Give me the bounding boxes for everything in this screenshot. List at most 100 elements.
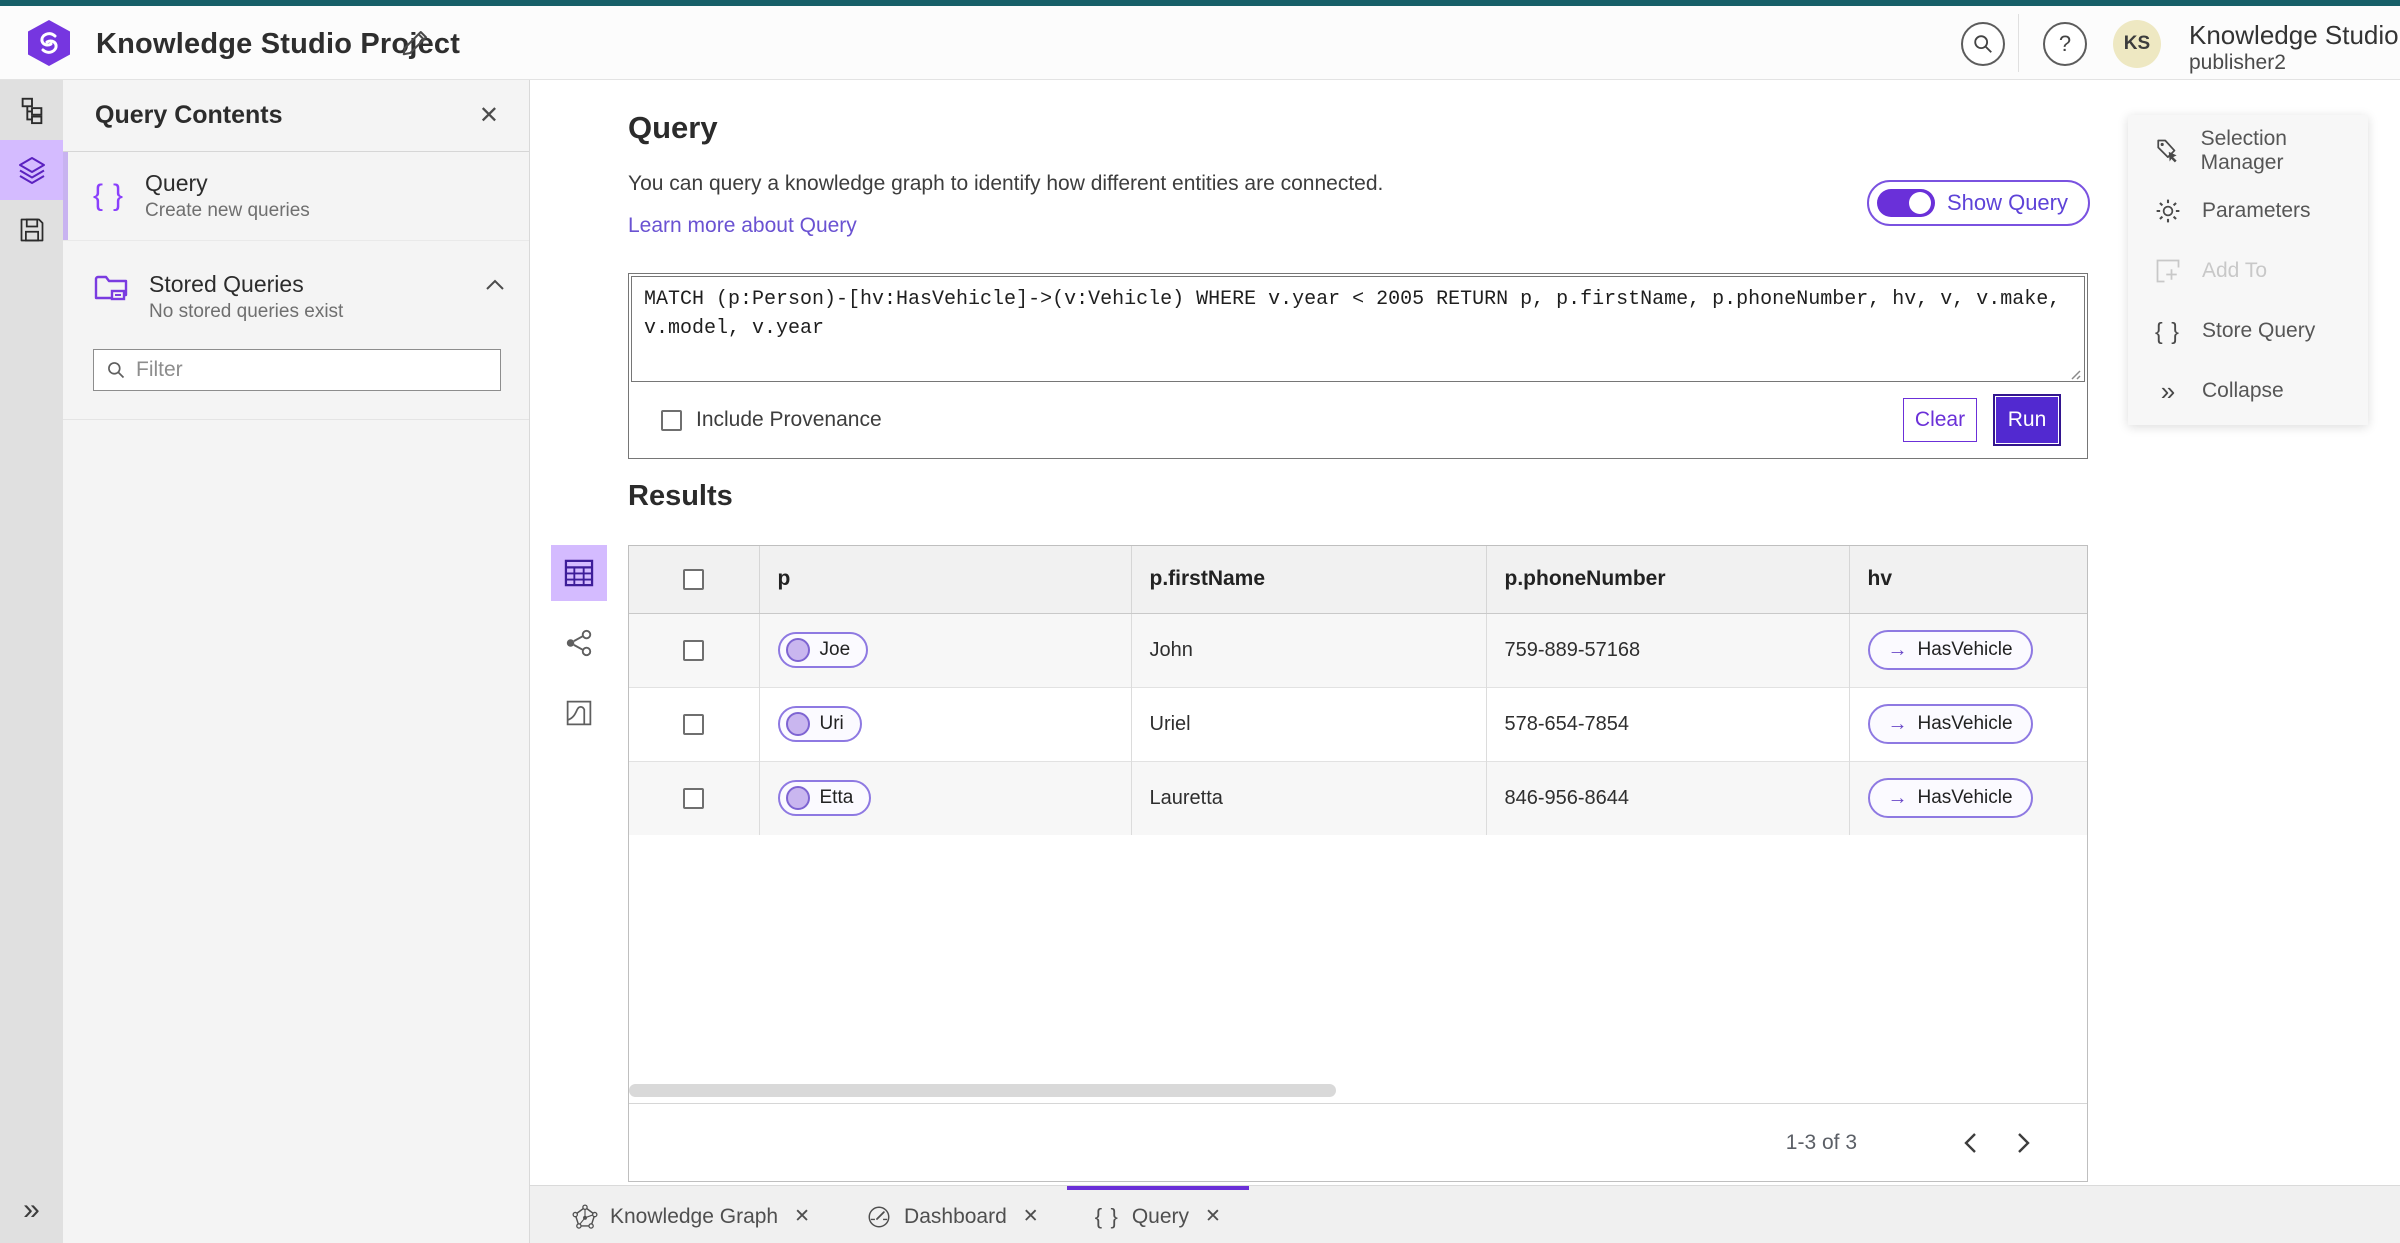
edge-pill[interactable]: → HasVehicle xyxy=(1867,630,2033,670)
chevron-up-icon[interactable] xyxy=(485,271,505,291)
save-icon[interactable] xyxy=(0,200,63,260)
close-panel-icon[interactable]: ✕ xyxy=(479,101,499,130)
graph-view-icon[interactable] xyxy=(551,615,607,671)
close-tab-icon[interactable]: ✕ xyxy=(794,1205,810,1228)
store-query-button[interactable]: { } Store Query xyxy=(2128,301,2368,361)
query-editor[interactable]: MATCH (p:Person)-[hv:HasVehicle]->(v:Veh… xyxy=(631,276,2085,382)
arrow-right-icon: → xyxy=(1887,713,1908,735)
arrow-right-icon: → xyxy=(1887,639,1908,661)
row-checkbox[interactable] xyxy=(683,639,705,661)
cell-firstname: Uriel xyxy=(1130,686,1486,761)
row-checkbox[interactable] xyxy=(683,787,705,809)
edit-title-icon[interactable] xyxy=(400,28,430,58)
filter-field xyxy=(93,349,501,391)
column-header-firstname[interactable]: p.firstName xyxy=(1130,546,1486,614)
node-label: Etta xyxy=(819,787,854,809)
user-info: Knowledge Studio publisher2 xyxy=(2189,20,2399,75)
dashboard-icon xyxy=(866,1204,892,1230)
node-label: Uri xyxy=(819,713,844,734)
bottom-tab-bar: Knowledge Graph ✕ Dashboard ✕ { } Query … xyxy=(530,1185,2400,1243)
include-provenance-label: Include Provenance xyxy=(696,408,882,431)
query-contents-header: Query Contents ✕ xyxy=(63,80,529,152)
tab-label: Dashboard xyxy=(904,1204,1007,1228)
node-icon xyxy=(785,712,810,736)
next-page-icon[interactable] xyxy=(2001,1120,2047,1166)
add-to-icon xyxy=(2152,257,2184,285)
select-all-checkbox[interactable] xyxy=(683,569,705,591)
left-rail: » xyxy=(0,80,63,1243)
query-item-title: Query xyxy=(145,170,208,196)
stored-queries-header[interactable]: Stored Queries No stored queries exist xyxy=(93,271,505,323)
toggle-switch[interactable] xyxy=(1876,189,1935,217)
braces-icon: { } xyxy=(93,179,126,212)
app-window: Knowledge Studio Project ? KS Knowledge … xyxy=(0,0,2400,1243)
node-pill[interactable]: Uri xyxy=(777,706,862,742)
previous-page-icon[interactable] xyxy=(1947,1120,1993,1166)
parameters-button[interactable]: Parameters xyxy=(2128,181,2368,241)
double-chevron-right-icon: » xyxy=(2160,376,2176,406)
collapse-button[interactable]: » Collapse xyxy=(2128,361,2368,421)
clear-button[interactable]: Clear xyxy=(1903,398,1977,442)
main-content: Query You can query a knowledge graph to… xyxy=(530,80,2400,1185)
tab-label: Knowledge Graph xyxy=(610,1204,779,1228)
action-label: Collapse xyxy=(2202,379,2284,402)
panel-title: Query Contents xyxy=(95,101,283,129)
braces-icon: { } xyxy=(1094,1203,1120,1229)
add-to-button[interactable]: Add To xyxy=(2128,241,2368,301)
node-pill[interactable]: Etta xyxy=(777,780,872,817)
sidebar-item-query[interactable]: { } Query Create new queries xyxy=(63,152,529,241)
tab-query[interactable]: { } Query ✕ xyxy=(1066,1186,1249,1243)
stored-queries-title: Stored Queries xyxy=(149,271,304,297)
table-view-icon[interactable] xyxy=(551,545,607,601)
selected-indicator xyxy=(63,152,68,240)
pagination-range-label: 1-3 of 3 xyxy=(1785,1130,1857,1154)
page-title: Query xyxy=(628,110,718,145)
knowledge-graph-icon xyxy=(572,1203,598,1230)
cell-firstname: Lauretta xyxy=(1130,760,1486,835)
node-pill[interactable]: Joe xyxy=(777,632,869,668)
run-button[interactable]: Run xyxy=(1995,396,2059,444)
pagination-bar: 1-3 of 3 xyxy=(629,1103,2087,1181)
folder-icon xyxy=(93,271,129,305)
stored-queries-subtitle: No stored queries exist xyxy=(149,301,344,322)
column-header-hv[interactable]: hv xyxy=(1848,546,2087,614)
edge-label: HasVehicle xyxy=(1917,787,2013,809)
results-empty-area xyxy=(629,835,2087,1103)
selection-manager-icon xyxy=(2152,137,2183,165)
map-view-icon[interactable] xyxy=(551,685,607,741)
gear-icon xyxy=(2152,197,2184,225)
close-tab-icon[interactable]: ✕ xyxy=(1205,1205,1221,1228)
edge-label: HasVehicle xyxy=(1917,639,2013,660)
cell-firstname: John xyxy=(1130,613,1486,687)
close-tab-icon[interactable]: ✕ xyxy=(1023,1205,1039,1228)
user-org-label: Knowledge Studio xyxy=(2189,20,2399,50)
cell-phonenumber: 846-956-8644 xyxy=(1485,760,1849,835)
edge-pill[interactable]: → HasVehicle xyxy=(1867,778,2033,819)
learn-more-link[interactable]: Learn more about Query xyxy=(628,214,857,238)
hierarchy-icon[interactable] xyxy=(0,80,63,140)
node-icon xyxy=(785,786,810,811)
help-icon[interactable]: ? xyxy=(2043,22,2087,66)
app-logo xyxy=(28,20,70,66)
selection-manager-button[interactable]: Selection Manager xyxy=(2128,121,2368,181)
tab-dashboard[interactable]: Dashboard ✕ xyxy=(838,1186,1067,1243)
show-query-toggle[interactable]: Show Query xyxy=(1866,180,2090,226)
stored-queries-section: Stored Queries No stored queries exist xyxy=(63,249,529,420)
tab-knowledge-graph[interactable]: Knowledge Graph ✕ xyxy=(544,1186,838,1243)
include-provenance-checkbox[interactable] xyxy=(661,409,682,431)
expand-rail-icon[interactable]: » xyxy=(0,1193,63,1227)
horizontal-scrollbar[interactable] xyxy=(629,1084,1336,1097)
page-description: You can query a knowledge graph to ident… xyxy=(628,172,1384,195)
layers-icon[interactable] xyxy=(0,140,63,200)
filter-input[interactable] xyxy=(136,358,488,382)
column-header-phonenumber[interactable]: p.phoneNumber xyxy=(1485,546,1849,614)
search-icon[interactable] xyxy=(1961,22,2005,66)
action-label: Parameters xyxy=(2202,199,2311,222)
arrow-right-icon: → xyxy=(1887,787,1908,810)
edge-pill[interactable]: → HasVehicle xyxy=(1867,704,2033,744)
row-checkbox[interactable] xyxy=(683,713,705,735)
user-avatar[interactable]: KS xyxy=(2113,20,2161,68)
filter-search-icon xyxy=(106,360,126,380)
column-header-p[interactable]: p xyxy=(758,546,1131,614)
results-table: p p.firstName p.phoneNumber hv Joe John … xyxy=(629,546,2087,835)
